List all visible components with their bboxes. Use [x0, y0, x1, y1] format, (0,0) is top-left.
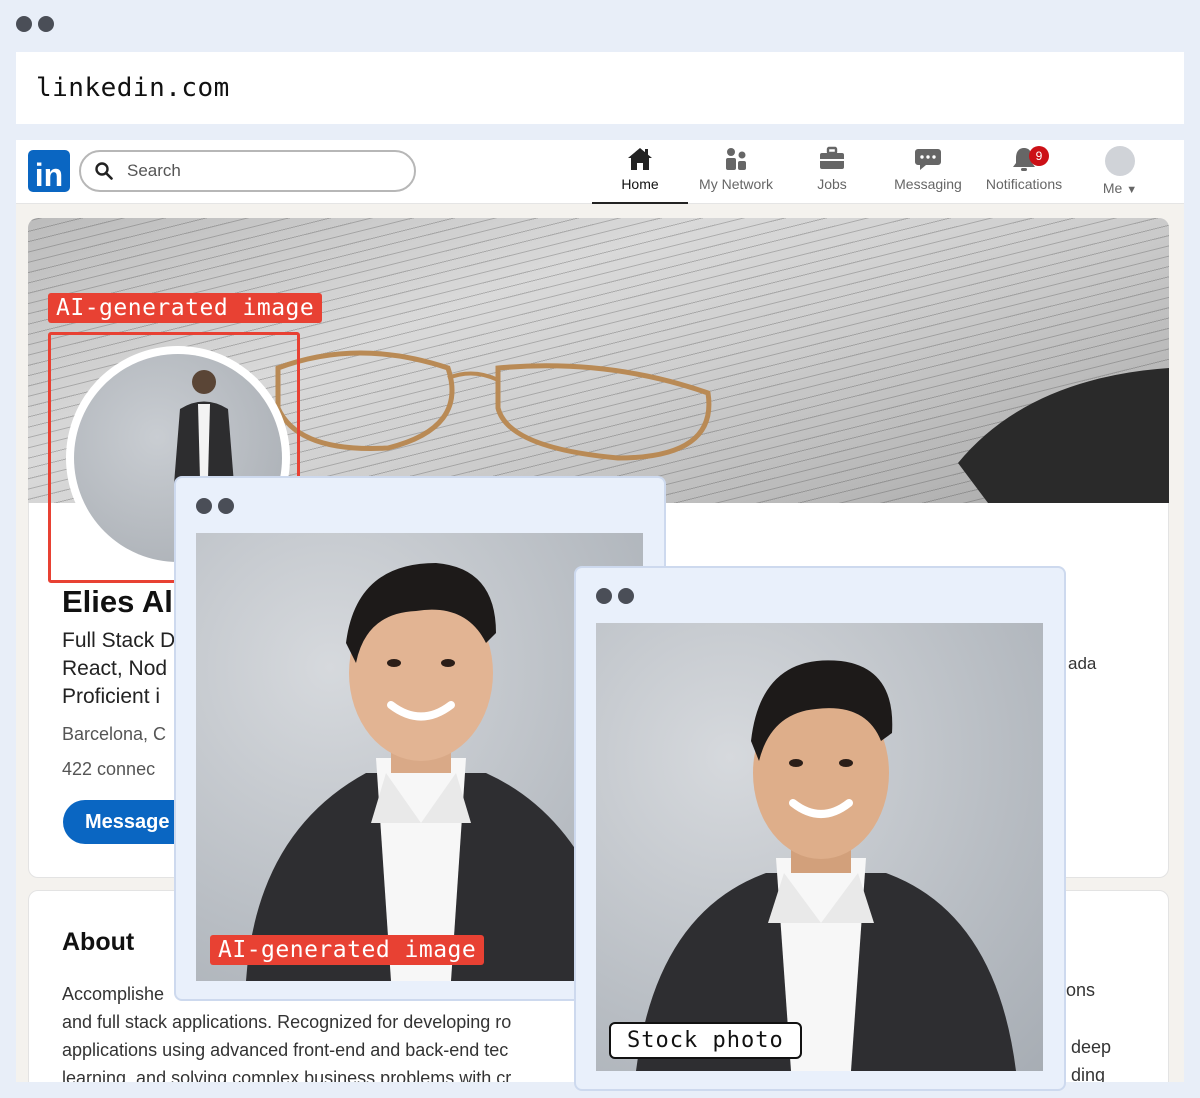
address-bar[interactable]: linkedin.com — [16, 52, 1184, 124]
window-controls — [16, 16, 54, 32]
profile-side-text: ada — [1068, 654, 1097, 673]
profile-location: Barcelona, C — [62, 724, 167, 744]
search-icon — [95, 162, 113, 180]
nav-messaging-label: Messaging — [894, 176, 962, 192]
about-side-text: ons — [1066, 980, 1096, 1000]
nav-jobs[interactable]: Jobs — [784, 146, 880, 204]
notification-badge: 9 — [1029, 146, 1049, 166]
nav-home-label: Home — [621, 176, 659, 192]
stock-photo — [596, 623, 1043, 1071]
nav-me[interactable]: Me ▼ — [1072, 146, 1168, 204]
ai-generated-label: AI-generated image — [210, 935, 485, 965]
profile-headline: Full Stack D React, Nod Proficient i — [62, 627, 192, 711]
stock-photo-label: Stock photo — [609, 1022, 802, 1059]
nav-my-network[interactable]: My Network — [688, 146, 784, 204]
nav-network-label: My Network — [699, 176, 773, 192]
window-dot — [618, 588, 634, 604]
nav-notifications-label: Notifications — [985, 176, 1063, 192]
people-icon — [726, 148, 746, 170]
search-placeholder: Search — [127, 161, 181, 180]
search-input[interactable]: Search — [79, 150, 416, 192]
profile-name: Elies Al — [62, 584, 173, 619]
about-side-text: ding — [1071, 1065, 1106, 1082]
window-dot — [16, 16, 32, 32]
top-nav: in Search Home My Network Jobs Messaging… — [16, 140, 1184, 204]
window-controls — [196, 498, 234, 514]
headline-line: Proficient i — [62, 685, 161, 708]
about-side-text: deep — [1071, 1037, 1112, 1057]
home-icon — [628, 148, 652, 170]
profile-connections[interactable]: 422 connec — [62, 759, 155, 780]
nav-notifications[interactable]: 9 Notifications — [976, 146, 1072, 204]
nav-messaging[interactable]: Messaging — [880, 146, 976, 204]
window-controls — [596, 588, 634, 604]
message-bubble-icon — [915, 149, 941, 170]
url-text: linkedin.com — [36, 73, 230, 103]
person-portrait-icon — [636, 660, 1016, 1071]
chevron-down-icon: ▼ — [1126, 184, 1138, 196]
nav-home[interactable]: Home — [592, 146, 688, 204]
briefcase-icon — [820, 146, 844, 169]
window-dot — [196, 498, 212, 514]
linkedin-logo[interactable]: in — [28, 150, 70, 192]
window-dot — [596, 588, 612, 604]
nav-me-label: Me ▼ — [1102, 180, 1138, 196]
ai-generated-label: AI-generated image — [48, 293, 323, 323]
headline-line: Full Stack D — [62, 629, 176, 652]
nav-jobs-label: Jobs — [817, 176, 847, 192]
about-title: About — [62, 928, 135, 956]
headline-line: React, Nod — [62, 657, 168, 680]
window-dot — [218, 498, 234, 514]
avatar-icon — [1105, 146, 1135, 176]
window-dot — [38, 16, 54, 32]
